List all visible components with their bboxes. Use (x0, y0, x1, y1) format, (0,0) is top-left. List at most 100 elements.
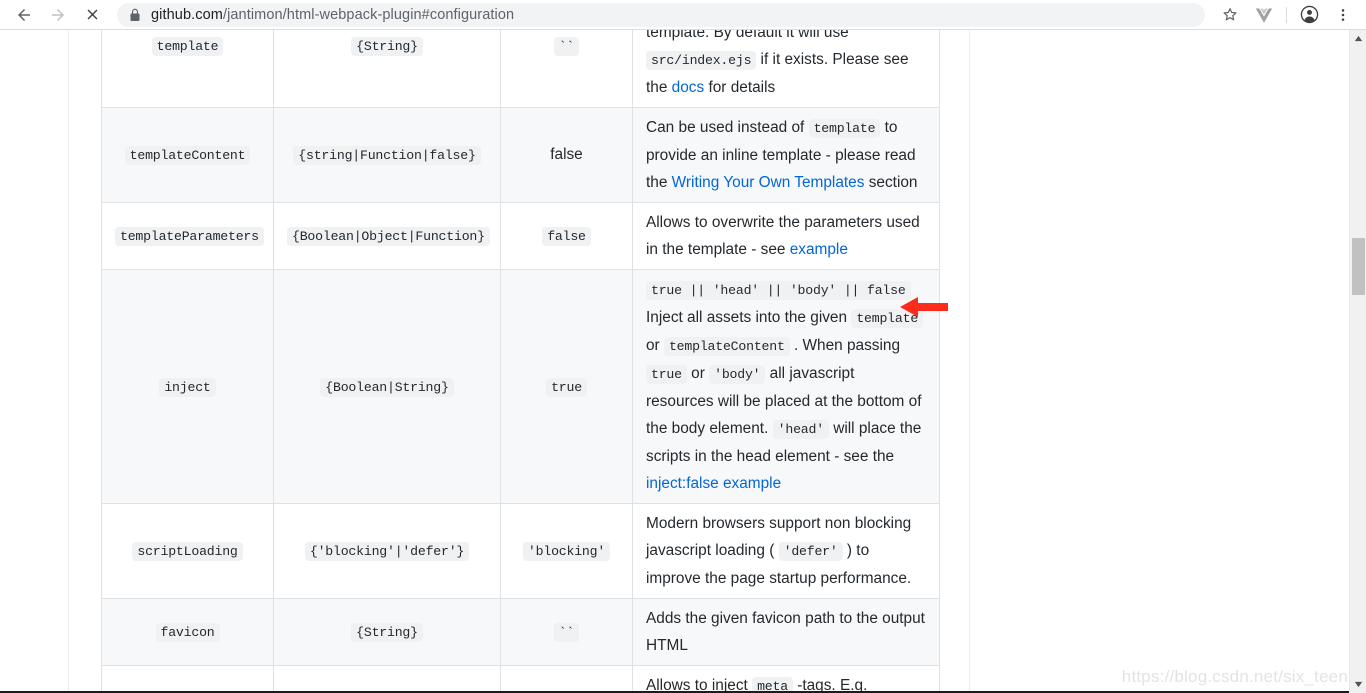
inline-code: true (646, 365, 687, 384)
option-name-cell: favicon (101, 598, 274, 666)
lock-glyph (130, 8, 140, 21)
option-default-cell: {} (500, 665, 633, 693)
option-name: favicon (155, 623, 220, 642)
option-description: Adds the given favicon path to the outpu… (646, 610, 925, 654)
option-name: templateParameters (115, 227, 264, 246)
inline-code: template (851, 309, 924, 328)
option-name-cell: templateParameters (101, 202, 274, 270)
option-description-cell: Allows to inject meta -tags. E.g. meta: … (632, 665, 940, 693)
browser-toolbar: github.com/jantimon/html-webpack-plugin#… (0, 0, 1366, 30)
option-description-cell: Allows to overwrite the parameters used … (632, 202, 940, 270)
forward-button[interactable] (43, 0, 73, 30)
inline-code: true || 'head' || 'body' || false (646, 281, 911, 300)
stop-loading-button[interactable] (77, 0, 107, 30)
toolbar-divider (1286, 6, 1287, 23)
address-bar[interactable]: github.com/jantimon/html-webpack-plugin#… (117, 2, 1205, 27)
star-icon (1223, 7, 1237, 20)
table-row: template {String} `` webpack relative or ab… (101, 30, 940, 108)
option-description-cell: Adds the given favicon path to the outpu… (632, 598, 940, 666)
scrollbar-thumb[interactable] (1352, 238, 1365, 295)
chrome-menu-button[interactable] (1326, 0, 1360, 30)
back-button[interactable] (9, 0, 39, 30)
extension-vue-devtools-button[interactable] (1247, 0, 1281, 30)
option-default-cell: false (500, 107, 633, 203)
option-name: template (151, 37, 224, 56)
option-name: inject (159, 377, 216, 397)
option-default-value: `` (553, 37, 580, 56)
configuration-options-table: template {String} `` webpack relative or ab… (101, 30, 940, 693)
three-dot-menu-icon (1341, 8, 1345, 21)
lock-icon (129, 8, 141, 22)
page-guide-left-outer (68, 30, 69, 693)
option-description: true || 'head' || 'body' || false Inject… (646, 281, 924, 492)
option-type-cell: {Object} (273, 665, 501, 693)
option-name-cell: meta (101, 665, 274, 693)
option-default-cell: `` (500, 598, 633, 666)
table-row: inject {Boolean|String} true true || 'head'… (101, 269, 940, 504)
option-description: Allows to inject meta -tags. E.g. meta: … (646, 672, 926, 693)
table-row: scriptLoading {'blocking'|'defer'} 'blocki… (101, 503, 940, 599)
table-row: favicon {String} `` Adds the given favicon … (101, 598, 940, 666)
option-description: webpack relative or absolute path to the… (646, 30, 926, 101)
csdn-watermark: https://blog.csdn.net/six_teen (1121, 667, 1348, 686)
description-link[interactable]: Writing Your Own Templates (672, 174, 865, 191)
description-link[interactable]: inject:false example (646, 475, 781, 492)
inline-code: 'defer' (778, 542, 843, 561)
option-default-cell: true (500, 269, 633, 504)
option-type: {String} (351, 37, 423, 56)
inline-code: 'body' (709, 365, 766, 384)
option-default-value: `` (553, 623, 580, 642)
option-name-cell: templateContent (101, 107, 274, 203)
account-circle-icon (1300, 5, 1318, 24)
option-description: Allows to overwrite the parameters used … (646, 214, 920, 258)
option-name: scriptLoading (132, 542, 243, 561)
option-type-cell: {String} (273, 30, 501, 108)
option-name: templateContent (124, 146, 251, 165)
option-default-value: false (542, 227, 591, 246)
inline-code: template (808, 119, 881, 138)
browser-actions (1213, 0, 1366, 30)
scroll-up-arrow-button[interactable] (1350, 30, 1366, 47)
table-row: templateContent {string|Function|false} fa… (101, 107, 940, 203)
page-guide-right (969, 30, 970, 693)
option-type-cell: {'blocking'|'defer'} (273, 503, 501, 599)
inline-code: src/index.ejs (646, 51, 757, 70)
forward-arrow-icon (52, 8, 64, 21)
back-arrow-icon (18, 8, 30, 21)
address-bar-url: github.com/jantimon/html-webpack-plugin#… (151, 6, 515, 23)
scroll-down-arrow-button[interactable] (1350, 676, 1366, 693)
option-type: {Boolean|String} (320, 377, 454, 397)
table-row: meta{Object}{} Allows to inject meta -tag… (101, 665, 940, 693)
inline-code: 'head' (772, 420, 829, 439)
option-default-cell: 'blocking' (500, 503, 633, 599)
vue-logo-icon (1255, 7, 1273, 23)
option-type-cell: {Boolean|String} (273, 269, 501, 504)
page-content: template {String} `` webpack relative or ab… (0, 30, 1366, 693)
option-description-cell: true || 'head' || 'body' || false Inject… (632, 269, 940, 504)
table-body: template {String} `` webpack relative or ab… (101, 30, 940, 693)
option-type: {'blocking'|'defer'} (304, 542, 470, 561)
option-type-cell: {Boolean|Object|Function} (273, 202, 501, 270)
option-default-cell: `` (500, 30, 633, 108)
page-scrollbar[interactable] (1349, 30, 1366, 693)
option-default-cell: false (500, 202, 633, 270)
option-name-cell: scriptLoading (101, 503, 274, 599)
option-name-cell: inject (101, 269, 274, 504)
caret-down-icon (1354, 681, 1363, 688)
option-default-value: 'blocking' (522, 542, 611, 561)
option-description-cell: webpack relative or absolute path to the… (632, 30, 940, 108)
description-link[interactable]: example (790, 241, 848, 258)
option-type: {String} (351, 623, 423, 642)
option-name-cell: template (101, 30, 274, 108)
profile-avatar-button[interactable] (1292, 0, 1326, 30)
option-description-cell: Modern browsers support non blocking jav… (632, 503, 940, 599)
option-default-value: true (546, 377, 587, 397)
option-type-cell: {string|Function|false} (273, 107, 501, 203)
bookmark-star-button[interactable] (1213, 0, 1247, 30)
description-link[interactable]: docs (672, 79, 705, 96)
option-description: Can be used instead of template to provi… (646, 119, 918, 191)
close-icon (87, 9, 97, 20)
option-type-cell: {String} (273, 598, 501, 666)
option-description: Modern browsers support non blocking jav… (646, 515, 912, 587)
option-type: {string|Function|false} (293, 146, 481, 165)
